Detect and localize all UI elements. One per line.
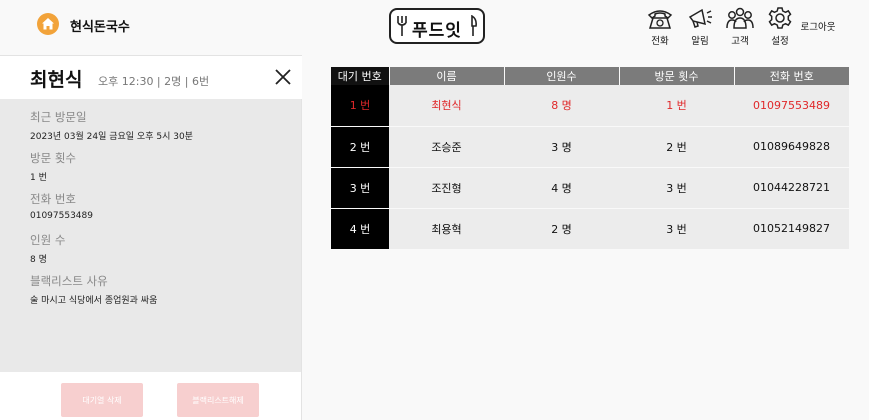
col-header-name: 이름 <box>389 67 505 85</box>
close-icon[interactable] <box>275 69 291 85</box>
cell-phone: 01044228721 <box>734 167 849 209</box>
cell-people: 3 명 <box>504 126 619 168</box>
cell-phone: 01052149827 <box>734 208 849 250</box>
col-header-people: 인원수 <box>504 67 620 85</box>
table-header-row: 대기 번호 이름 인원수 방문 횟수 전화 번호 <box>331 67 849 85</box>
cell-number: 1 번 <box>331 85 389 127</box>
cell-visits: 2 번 <box>619 126 734 168</box>
cell-people: 2 명 <box>504 208 619 250</box>
gear-icon <box>768 7 792 29</box>
table-row[interactable]: 1 번 최현식 8 명 1 번 01097553489 <box>331 85 849 127</box>
detail-body: 최근 방문일 2023년 03월 24일 금요일 오후 5시 30분 방문 횟수… <box>0 99 301 372</box>
cell-number: 2 번 <box>331 126 389 168</box>
cell-name: 조진형 <box>389 167 504 209</box>
field-phone: 전화 번호 01097553489 <box>30 192 93 221</box>
cell-people: 4 명 <box>504 167 619 209</box>
detail-actions: 대기열 삭제 블랙리스트해제 <box>0 372 301 420</box>
cell-name: 조승준 <box>389 126 504 168</box>
table-row[interactable]: 3 번 조진형 4 명 3 번 01044228721 <box>331 167 849 209</box>
nav-phone[interactable]: 전화 <box>642 6 678 47</box>
col-header-phone: 전화 번호 <box>734 67 849 85</box>
field-last-visit: 최근 방문일 2023년 03월 24일 금요일 오후 5시 30분 <box>30 110 193 142</box>
table-row[interactable]: 2 번 조승준 3 명 2 번 01089649828 <box>331 126 849 168</box>
waiting-table: 대기 번호 이름 인원수 방문 횟수 전화 번호 1 번 최현식 8 명 1 번… <box>331 67 849 250</box>
customer-name: 최현식 <box>30 69 83 91</box>
home-icon[interactable] <box>37 13 59 35</box>
app-window: 현식돈국수 푸드잇 전화 알림 고객 설정 로그아웃 최현식 오후 12:30 … <box>0 0 869 420</box>
field-visit-count: 방문 횟수 1 번 <box>30 151 76 183</box>
megaphone-icon <box>688 8 712 28</box>
col-header-visits: 방문 횟수 <box>619 67 735 85</box>
store-name: 현식돈국수 <box>70 20 130 35</box>
nav-alerts[interactable]: 알림 <box>682 6 718 47</box>
cell-visits: 3 번 <box>619 167 734 209</box>
unblacklist-button[interactable]: 블랙리스트해제 <box>177 383 259 417</box>
brand-logo[interactable]: 푸드잇 <box>389 8 485 44</box>
table-row[interactable]: 4 번 최용혁 2 명 3 번 01052149827 <box>331 208 849 250</box>
cell-visits: 1 번 <box>619 85 734 127</box>
remove-waiting-button[interactable]: 대기열 삭제 <box>61 383 143 417</box>
telephone-icon <box>647 10 673 29</box>
top-header: 현식돈국수 푸드잇 전화 알림 고객 설정 로그아웃 <box>0 0 869 52</box>
cell-people: 8 명 <box>504 85 619 127</box>
cell-number: 3 번 <box>331 167 389 209</box>
cell-phone: 01089649828 <box>734 126 849 168</box>
cell-name: 최현식 <box>389 85 504 127</box>
detail-header: 최현식 오후 12:30 | 2명 | 6번 <box>0 56 302 99</box>
customer-meta: 오후 12:30 | 2명 | 6번 <box>98 75 210 88</box>
cell-number: 4 번 <box>331 208 389 250</box>
cell-phone: 01097553489 <box>734 85 849 127</box>
cell-name: 최용혁 <box>389 208 504 250</box>
field-blacklist-reason: 블랙리스트 사유 술 마시고 식당에서 종업원과 싸움 <box>30 274 158 306</box>
col-header-number: 대기 번호 <box>331 67 390 85</box>
nav-customers[interactable]: 고객 <box>722 6 758 47</box>
customers-icon <box>726 7 754 29</box>
nav-settings[interactable]: 설정 <box>762 6 798 47</box>
customer-detail-panel: 최현식 오후 12:30 | 2명 | 6번 최근 방문일 2023년 03월 … <box>0 55 302 420</box>
knife-icon <box>471 15 477 36</box>
cell-visits: 3 번 <box>619 208 734 250</box>
logout-button[interactable]: 로그아웃 <box>800 22 836 34</box>
field-party-size: 인원 수 8 명 <box>30 233 66 265</box>
